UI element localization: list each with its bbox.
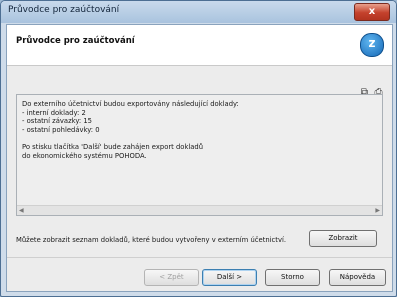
close-icon: x (368, 6, 376, 17)
wizard-client-area: Průvodce pro zaúčtování z ⧉ ⎙ Do externíh… (6, 24, 393, 292)
title-bar[interactable]: Průvodce pro zaúčtování x (1, 1, 396, 23)
message-line-blank (22, 134, 239, 143)
scroll-left-icon[interactable]: ◀ (19, 206, 24, 215)
cancel-button[interactable]: Storno (265, 269, 320, 286)
footer-divider (7, 257, 392, 258)
help-button[interactable]: Nápověda (329, 269, 386, 286)
message-line: - interní doklady: 2 (22, 108, 86, 117)
message-line: Po stisku tlačítka 'Další' bude zahájen … (22, 142, 204, 151)
pohoda-logo-icon: z (360, 33, 384, 57)
logo-letter: z (368, 36, 376, 50)
message-line: - ostatní pohledávky: 0 (22, 125, 100, 134)
wizard-header: Průvodce pro zaúčtování z (7, 25, 392, 66)
scroll-right-icon[interactable]: ▶ (375, 206, 380, 215)
page-title: Průvodce pro zaúčtování (16, 36, 135, 46)
message-line: do ekonomického systému POHODA. (22, 151, 147, 160)
info-text: Můžete zobrazit seznam dokladů, které bu… (16, 236, 287, 244)
horizontal-scrollbar[interactable]: ◀ ▶ (17, 205, 382, 215)
window-title: Průvodce pro zaúčtování (8, 5, 120, 15)
message-box[interactable]: Do externího účetnictví budou exportován… (16, 94, 383, 216)
back-button[interactable]: < Zpět (144, 269, 199, 286)
wizard-window: Průvodce pro zaúčtování x Průvodce pro z… (0, 0, 397, 297)
next-button[interactable]: Další > (202, 269, 257, 286)
message-text: Do externího účetnictví budou exportován… (22, 100, 239, 160)
show-button[interactable]: Zobrazit (309, 230, 377, 247)
message-line: Do externího účetnictví budou exportován… (22, 100, 239, 108)
close-button[interactable]: x (354, 3, 390, 21)
message-line: - ostatní závazky: 15 (22, 117, 92, 126)
